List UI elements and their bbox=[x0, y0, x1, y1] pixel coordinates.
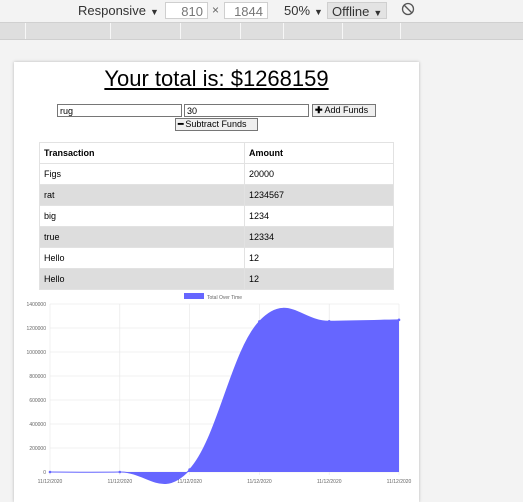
total-over-time-chart: Total Over Time 0 200000 400000 600000 800000… bbox=[14, 290, 419, 502]
transaction-name-cell: Hello bbox=[39, 247, 245, 269]
transaction-amount-cell: 12 bbox=[244, 268, 394, 290]
transaction-name-cell: rat bbox=[39, 184, 245, 206]
y-tick-label: 0 bbox=[43, 470, 46, 476]
plus-icon: ✚ bbox=[315, 105, 323, 115]
viewport-width-input[interactable]: 810 bbox=[165, 2, 208, 19]
x-tick-label: 11/12/2020 bbox=[317, 479, 342, 485]
table-row: rat 1234567 bbox=[39, 184, 394, 206]
ruler-segment bbox=[342, 23, 343, 39]
subtract-funds-label: Subtract Funds bbox=[185, 119, 247, 129]
legend-swatch bbox=[184, 293, 204, 299]
transaction-amount-cell: 1234 bbox=[244, 205, 394, 227]
media-query-ruler[interactable] bbox=[0, 23, 523, 40]
zoom-select[interactable]: 50% ▼ bbox=[284, 2, 323, 19]
table-row: big 1234 bbox=[39, 205, 394, 227]
ruler-segment bbox=[400, 23, 401, 39]
transaction-name-cell: true bbox=[39, 226, 245, 248]
chart-svg: Total Over Time 0 200000 400000 600000 800000… bbox=[27, 293, 412, 485]
y-tick-label: 1200000 bbox=[27, 326, 47, 332]
transaction-amount-cell: 12 bbox=[244, 247, 394, 269]
data-point bbox=[397, 318, 401, 322]
data-point bbox=[48, 470, 52, 474]
x-tick-label: 11/12/2020 bbox=[107, 479, 132, 485]
data-point bbox=[118, 470, 122, 474]
viewport-height-input[interactable]: 1844 bbox=[224, 2, 268, 19]
total-heading: Your total is: $1268159 bbox=[104, 66, 329, 91]
dimension-separator: × bbox=[212, 3, 220, 17]
ruler-segment bbox=[25, 23, 26, 39]
minus-icon: ━ bbox=[178, 119, 184, 129]
table-header-row: Transaction Amount bbox=[39, 142, 394, 164]
transactions-table: Transaction Amount Figs 20000 rat 123456… bbox=[39, 142, 394, 290]
x-tick-label: 11/12/2020 bbox=[247, 479, 272, 485]
throttling-label: Offline bbox=[332, 4, 370, 19]
add-funds-label: Add Funds bbox=[324, 105, 369, 115]
x-tick-label: 11/12/2020 bbox=[387, 479, 412, 485]
data-point bbox=[258, 320, 261, 323]
add-funds-button[interactable]: ✚ Add Funds bbox=[312, 104, 376, 117]
zoom-label: 50% bbox=[284, 3, 311, 18]
data-point bbox=[188, 468, 191, 471]
dropdown-arrow-icon: ▼ bbox=[149, 7, 159, 17]
column-header-amount: Amount bbox=[244, 142, 394, 164]
ruler-segment bbox=[283, 23, 284, 39]
y-tick-label: 1400000 bbox=[27, 302, 47, 308]
ruler-segment bbox=[110, 23, 111, 39]
table-row: Hello 12 bbox=[39, 268, 394, 290]
legend-label: Total Over Time bbox=[207, 295, 242, 301]
transaction-name-cell: Hello bbox=[39, 268, 245, 290]
transaction-amount-input[interactable]: 30 bbox=[184, 104, 309, 117]
column-header-transaction: Transaction bbox=[39, 142, 245, 164]
y-tick-label: 200000 bbox=[29, 446, 46, 452]
y-tick-label: 400000 bbox=[29, 422, 46, 428]
page-viewport: Your total is: $1268159 rug 30 ✚ Add Fund… bbox=[14, 62, 419, 502]
y-tick-label: 800000 bbox=[29, 374, 46, 380]
device-mode-select[interactable]: Responsive ▼ bbox=[78, 2, 159, 19]
transaction-name-input[interactable]: rug bbox=[57, 104, 182, 117]
rotate-icon[interactable] bbox=[401, 2, 415, 19]
transaction-amount-cell: 1234567 bbox=[244, 184, 394, 206]
data-point bbox=[327, 320, 331, 323]
dropdown-arrow-icon: ▼ bbox=[373, 8, 383, 18]
devtools-device-toolbar: Responsive ▼ 810 × 1844 50% ▼ Offline ▼ bbox=[0, 0, 523, 23]
subtract-funds-button[interactable]: ━ Subtract Funds bbox=[175, 118, 258, 131]
dropdown-arrow-icon: ▼ bbox=[314, 7, 323, 17]
transaction-name-cell: big bbox=[39, 205, 245, 227]
x-tick-label: 11/12/2020 bbox=[177, 479, 202, 485]
throttling-select[interactable]: Offline ▼ bbox=[327, 2, 388, 19]
table-row: Figs 20000 bbox=[39, 163, 394, 185]
table-row: true 12334 bbox=[39, 226, 394, 248]
transaction-name-cell: Figs bbox=[39, 163, 245, 185]
ruler-segment bbox=[180, 23, 181, 39]
transaction-amount-cell: 12334 bbox=[244, 226, 394, 248]
x-tick-label: 11/12/2020 bbox=[38, 479, 63, 485]
table-row: Hello 12 bbox=[39, 247, 394, 269]
y-tick-label: 600000 bbox=[29, 398, 46, 404]
ruler-segment bbox=[240, 23, 241, 39]
device-mode-label: Responsive bbox=[78, 3, 146, 18]
y-tick-label: 1000000 bbox=[27, 350, 47, 356]
transaction-amount-cell: 20000 bbox=[244, 163, 394, 185]
